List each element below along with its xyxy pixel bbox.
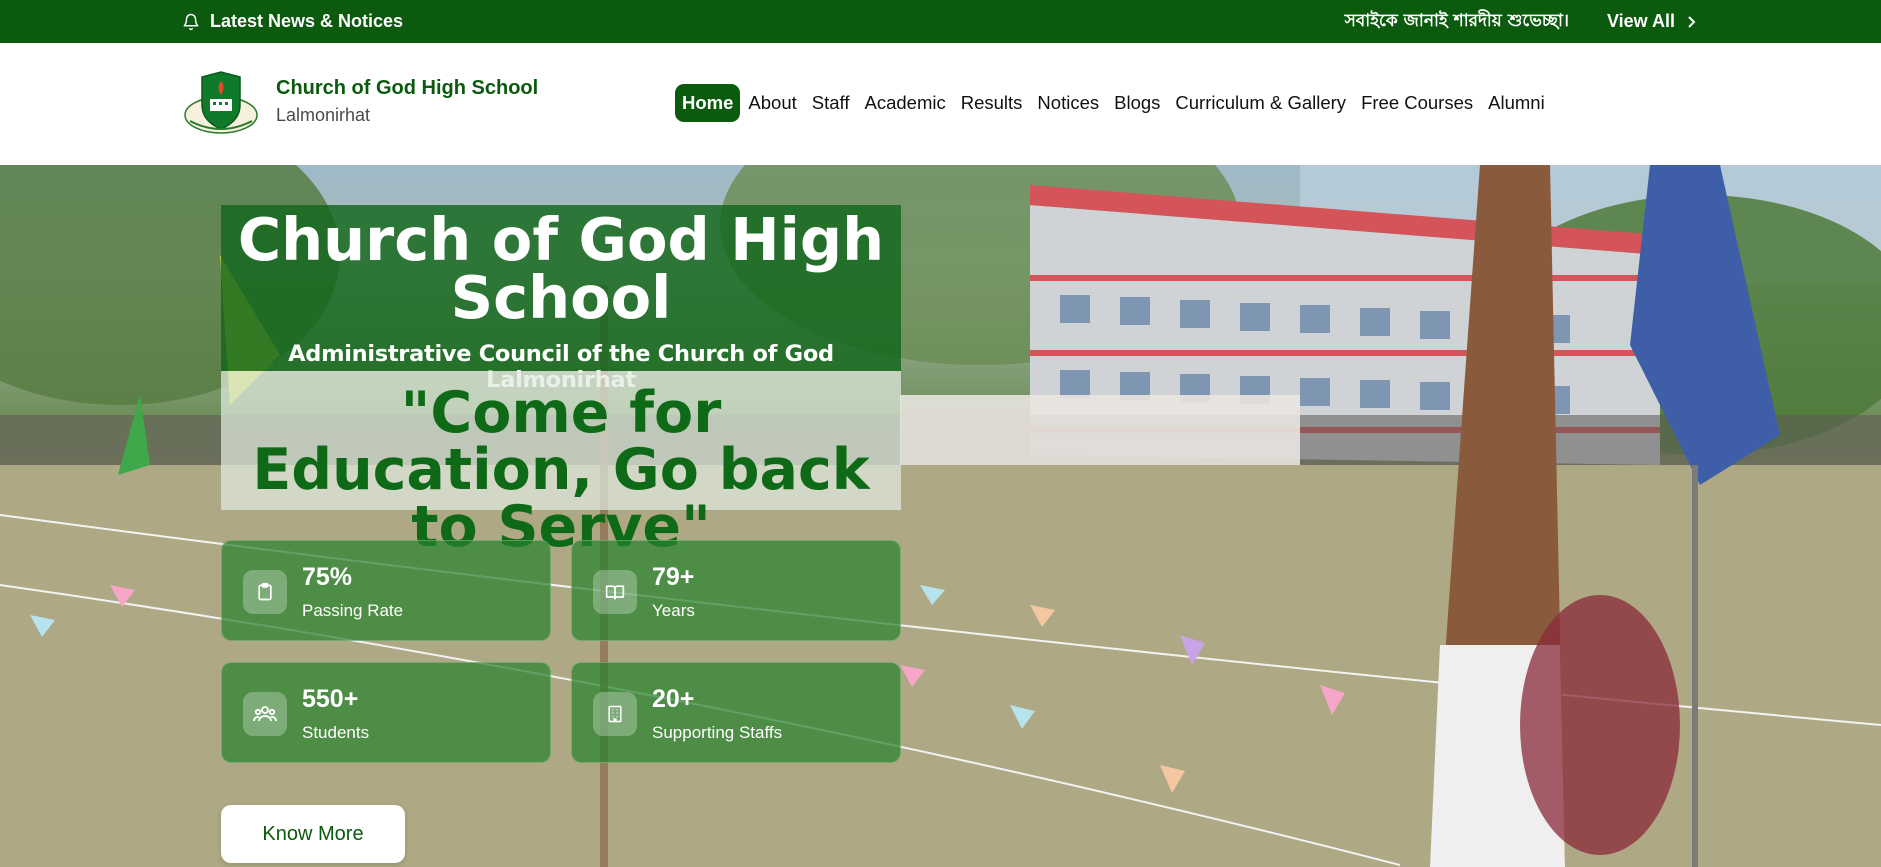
book-icon (593, 570, 637, 614)
nav-free-courses[interactable]: Free Courses (1354, 84, 1480, 122)
building-icon (593, 692, 637, 736)
motto-panel: "Come for Education, Go back to Serve" (221, 371, 901, 556)
brand-home-link[interactable]: Church of God High School Lalmonirhat (182, 69, 538, 137)
nav-curriculum-gallery[interactable]: Curriculum & Gallery (1168, 84, 1353, 122)
stat-card-supporting-staffs: 20+ Supporting Staffs (571, 662, 901, 763)
know-more-button[interactable]: Know More (221, 805, 405, 863)
nav-staff[interactable]: Staff (805, 84, 857, 122)
view-all-link[interactable]: View All (1607, 11, 1697, 32)
nav-home[interactable]: Home (675, 84, 741, 122)
nav-about[interactable]: About (741, 84, 803, 122)
stat-card-students: 550+ Students (221, 662, 551, 763)
stat-card-years: 79+ Years (571, 540, 901, 641)
stat-value: 75% (302, 563, 353, 591)
stat-value: 550+ (302, 685, 359, 713)
view-all-label: View All (1606, 11, 1675, 31)
hero-section: Church of God High School Administrative… (0, 165, 1881, 867)
stat-label: Years (652, 601, 695, 620)
users-icon (243, 692, 287, 736)
stat-value: 79+ (652, 563, 695, 591)
notice-heading: Latest News & Notices (182, 0, 403, 43)
stat-value: 20+ (652, 685, 695, 713)
site-header: Church of God High School Lalmonirhat Ho… (0, 43, 1881, 165)
stat-card-passing-rate: 75% Passing Rate (221, 540, 551, 641)
nav-notices[interactable]: Notices (1030, 84, 1106, 122)
nav-blogs[interactable]: Blogs (1107, 84, 1167, 122)
hero-motto: "Come for Education, Go back to Serve" (252, 380, 870, 560)
bell-icon (183, 13, 199, 30)
nav-alumni[interactable]: Alumni (1481, 84, 1552, 122)
school-name: Church of God High School (276, 77, 539, 99)
school-location: Lalmonirhat (276, 105, 371, 125)
hero-title: Church of God High School (237, 205, 885, 332)
stat-label: Supporting Staffs (652, 723, 783, 742)
school-logo (184, 71, 258, 134)
chevron-right-icon (1688, 15, 1696, 28)
stat-label: Students (302, 723, 370, 742)
nav-results[interactable]: Results (954, 84, 1030, 122)
hero-title-panel: Church of God High School Administrative… (221, 205, 901, 393)
notice-label: Latest News & Notices (210, 11, 404, 31)
clipboard-icon (243, 570, 287, 614)
nav-academic[interactable]: Academic (857, 84, 952, 122)
main-nav: Home About Staff Academic Results Notice… (675, 84, 1552, 122)
notice-marquee[interactable]: সবাইকে জানাই শারদীয় শুভেচ্ছা। (1345, 8, 1569, 36)
notice-bar: Latest News & Notices সবাইকে জানাই শারদী… (0, 0, 1881, 43)
stat-label: Passing Rate (302, 601, 404, 620)
